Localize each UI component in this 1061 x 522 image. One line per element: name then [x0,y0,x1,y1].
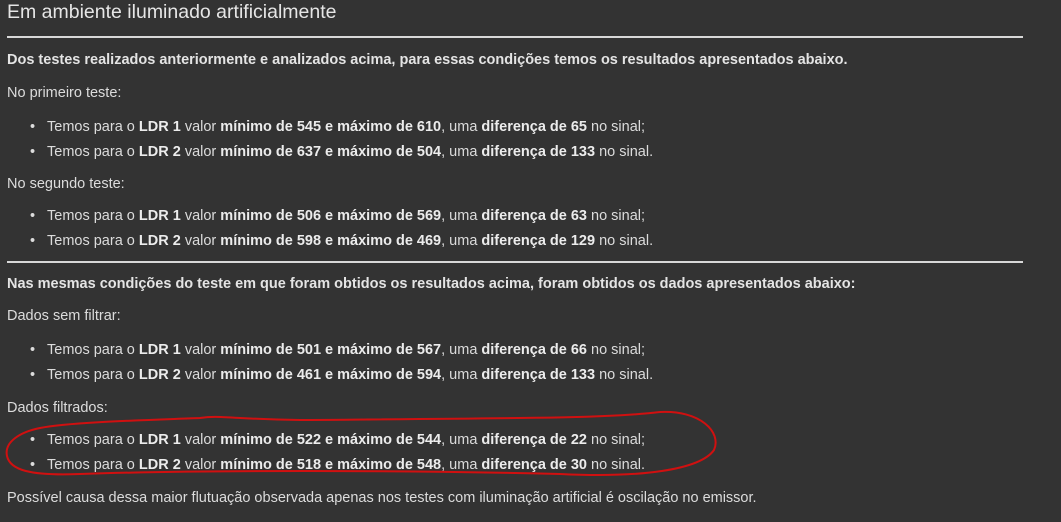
bold-text: LDR 1 [138,432,181,448]
text: valor [180,119,221,135]
text: , uma [441,457,482,473]
text: no sinal; [587,432,646,448]
text: valor [180,367,221,383]
filtered-list: Temos para o LDR 1 valor mínimo de 522 e… [0,428,645,478]
bold-text: mínimo de 545 e máximo de 610 [220,119,442,135]
bold-text: mínimo de 637 e máximo de 504 [220,144,442,160]
bold-text: mínimo de 598 e máximo de 469 [220,233,442,249]
text: no sinal; [587,208,646,224]
text: , uma [441,144,482,160]
bold-text: LDR 1 [138,208,181,224]
bold-text: diferença de 63 [481,208,587,224]
list-item: Temos para o LDR 2 valor mínimo de 598 e… [0,229,653,254]
text: no sinal; [587,342,646,358]
text: no sinal. [587,457,646,473]
text: , uma [441,233,482,249]
list-item: Temos para o LDR 2 valor mínimo de 637 e… [0,140,653,165]
bold-text: LDR 2 [138,233,181,249]
bold-text: mínimo de 518 e máximo de 548 [220,457,442,473]
text: valor [180,208,221,224]
bold-text: LDR 1 [138,119,181,135]
text: Temos para o [47,457,139,473]
text: valor [180,457,221,473]
text: Temos para o [47,208,139,224]
text: valor [180,144,221,160]
bold-text: LDR 1 [138,342,181,358]
bold-text: mínimo de 506 e máximo de 569 [220,208,442,224]
text: Temos para o [47,367,139,383]
text: Temos para o [47,432,139,448]
list-item: Temos para o LDR 1 valor mínimo de 501 e… [0,338,653,363]
divider [7,261,1023,263]
text: Temos para o [47,342,139,358]
bold-text: LDR 2 [138,457,181,473]
text: no sinal. [595,144,654,160]
text: , uma [441,432,482,448]
section-title: Em ambiente iluminado artificialmente [7,1,337,23]
divider [7,36,1023,38]
bold-text: LDR 2 [138,367,181,383]
first-test-label: No primeiro teste: [7,85,122,101]
bold-text: LDR 2 [138,144,181,160]
bold-text: mínimo de 522 e máximo de 544 [220,432,442,448]
list-item: Temos para o LDR 1 valor mínimo de 522 e… [0,428,645,453]
unfiltered-list: Temos para o LDR 1 valor mínimo de 501 e… [0,338,653,388]
bold-text: diferença de 133 [481,144,596,160]
second-test-list: Temos para o LDR 1 valor mínimo de 506 e… [0,204,653,254]
text: Temos para o [47,144,139,160]
text: no sinal. [595,367,654,383]
intro-paragraph-2: Nas mesmas condições do teste em que for… [7,276,856,292]
bold-text: diferença de 65 [481,119,587,135]
bold-text: diferença de 30 [481,457,587,473]
text: , uma [441,342,482,358]
list-item: Temos para o LDR 1 valor mínimo de 506 e… [0,204,653,229]
list-item: Temos para o LDR 2 valor mínimo de 518 e… [0,453,645,478]
text: valor [180,432,221,448]
bold-text: diferença de 66 [481,342,587,358]
second-test-label: No segundo teste: [7,176,125,192]
filtered-label: Dados filtrados: [7,400,108,416]
text: Temos para o [47,233,139,249]
bold-text: diferença de 129 [481,233,596,249]
bold-text: diferença de 22 [481,432,587,448]
conclusion-paragraph: Possível causa dessa maior flutuação obs… [7,490,757,506]
first-test-list: Temos para o LDR 1 valor mínimo de 545 e… [0,115,653,165]
list-item: Temos para o LDR 2 valor mínimo de 461 e… [0,363,653,388]
text: , uma [441,119,482,135]
bold-text: diferença de 133 [481,367,596,383]
text: , uma [441,208,482,224]
intro-paragraph: Dos testes realizados anteriormente e an… [7,52,848,68]
text: Temos para o [47,119,139,135]
text: no sinal. [595,233,654,249]
text: , uma [441,367,482,383]
text: valor [180,342,221,358]
unfiltered-label: Dados sem filtrar: [7,308,121,324]
text: no sinal; [587,119,646,135]
text: valor [180,233,221,249]
list-item: Temos para o LDR 1 valor mínimo de 545 e… [0,115,653,140]
bold-text: mínimo de 461 e máximo de 594 [220,367,442,383]
bold-text: mínimo de 501 e máximo de 567 [220,342,442,358]
